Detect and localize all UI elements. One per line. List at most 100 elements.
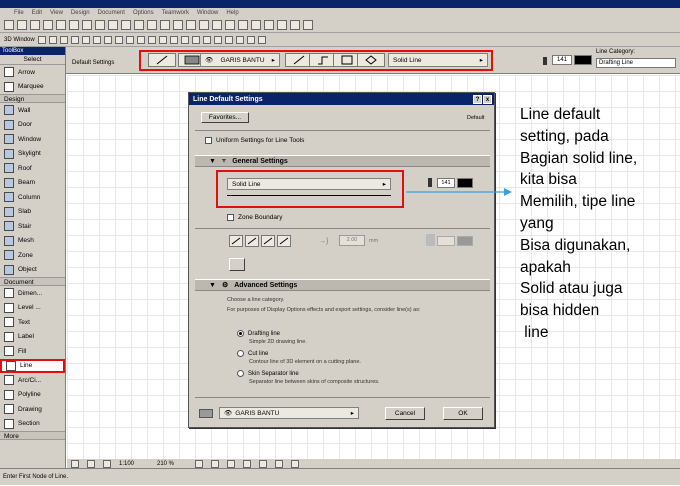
previous-view-icon[interactable] [275,460,283,468]
elevate-icon[interactable] [199,20,209,30]
dialog-line-type-dropdown[interactable]: Solid Line ▸ [227,178,391,190]
tile-icon[interactable] [257,35,266,44]
menu-options[interactable]: Options [133,10,154,16]
scale-display[interactable]: 1:100 [119,461,149,467]
zoom-in-icon[interactable] [195,460,203,468]
more-section-label[interactable]: More [0,431,65,440]
menu-file[interactable]: File [14,10,24,16]
section-icon[interactable] [125,35,134,44]
copy-icon[interactable] [69,20,79,30]
undo-icon[interactable] [95,20,105,30]
paste-icon[interactable] [82,20,92,30]
menu-window[interactable]: Window [197,10,218,16]
help-icon[interactable]: ? [473,94,482,104]
elevation-icon[interactable] [136,35,145,44]
cut-line-radio[interactable] [237,350,244,357]
tool-dimension[interactable]: Dimen... [0,286,65,301]
pan-icon[interactable] [243,460,251,468]
advanced-settings-header[interactable]: ▼ ⚙ Advanced Settings [195,279,490,291]
magic-wand-icon[interactable] [147,20,157,30]
tool-column[interactable]: Column [0,190,65,205]
print-icon[interactable] [43,20,53,30]
drafting-line-radio[interactable] [237,330,244,337]
arrowhead-type-button[interactable] [229,258,245,271]
fit-in-window-icon[interactable] [227,460,235,468]
uniform-settings-row[interactable]: Uniform Settings for Line Tools [205,137,304,144]
pen-number-field[interactable]: 141 [552,55,572,65]
schedule-icon[interactable] [213,35,222,44]
syringe-icon[interactable] [134,20,144,30]
menu-help[interactable]: Help [226,10,238,16]
sun-icon[interactable] [81,35,90,44]
design-section-label[interactable]: Design [0,94,65,103]
zone-boundary-checkbox[interactable] [227,214,234,221]
close-icon[interactable]: x [483,94,492,104]
new-file-icon[interactable] [4,20,14,30]
rotate-view-icon[interactable] [259,460,267,468]
navigate-icon[interactable] [59,35,68,44]
arrow-style-end-button[interactable] [261,235,275,247]
tool-roof[interactable]: Roof [0,161,65,176]
save-icon[interactable] [30,20,40,30]
line-geometry-button[interactable] [148,53,176,67]
tool-marquee[interactable]: Marquee [0,80,65,95]
resize-icon[interactable] [225,20,235,30]
detail-icon[interactable] [147,35,156,44]
tool-arc-circle[interactable]: Arc/Ci... [0,373,65,388]
drag-icon[interactable] [160,20,170,30]
open-file-icon[interactable] [17,20,27,30]
pen-set-icon[interactable] [191,35,200,44]
display-combo-icon[interactable] [103,460,111,468]
camera-icon[interactable] [92,35,101,44]
pen-color-swatch[interactable] [574,55,592,65]
tool-slab[interactable]: Slab [0,205,65,220]
grid-icon[interactable] [277,20,287,30]
trace-icon[interactable] [246,35,255,44]
tool-beam[interactable]: Beam [0,176,65,191]
orbit-icon[interactable] [70,35,79,44]
axonometry-icon[interactable] [48,35,57,44]
teamwork-icon[interactable] [235,35,244,44]
dialog-layer-dropdown[interactable]: 👁 GARIS BANTU ▸ [219,407,359,419]
arrow-pen-color[interactable] [457,236,473,246]
document-section-label[interactable]: Document [0,277,65,286]
layout-icon[interactable] [251,20,261,30]
general-settings-header[interactable]: ▼ ⫟ General Settings [195,155,490,167]
render-icon[interactable] [103,35,112,44]
tool-skylight[interactable]: Skylight [0,147,65,162]
navigator-icon[interactable] [71,460,79,468]
book-icon[interactable] [224,35,233,44]
snap-icon[interactable] [290,20,300,30]
ok-button[interactable]: OK [443,407,483,420]
arrow-style-start-button[interactable] [245,235,259,247]
tool-drawing[interactable]: Drawing [0,402,65,417]
tool-fill[interactable]: Fill [0,344,65,359]
layer-settings-icon[interactable] [199,409,213,418]
tool-window[interactable]: Window [0,132,65,147]
line-category-field[interactable]: Drafting Line [596,58,676,68]
zoom-out-icon[interactable] [211,460,219,468]
skin-separator-option[interactable]: Skin Separator line [237,370,299,377]
eyedropper-icon[interactable] [121,20,131,30]
menu-document[interactable]: Document [98,10,125,16]
model-view-icon[interactable] [202,35,211,44]
tool-stair[interactable]: Stair [0,219,65,234]
split-icon[interactable] [238,20,248,30]
tool-label[interactable]: Label [0,330,65,345]
layer-icon[interactable] [180,35,189,44]
rotate-icon[interactable] [173,20,183,30]
arrow-style-none-button[interactable] [229,235,243,247]
arrow-size-field[interactable]: 2.00 [339,235,365,246]
model-icon[interactable] [303,20,313,30]
menu-teamwork[interactable]: Teamwork [162,10,189,16]
tool-line[interactable]: Line [0,358,65,373]
tool-zone[interactable]: Zone [0,248,65,263]
tool-wall[interactable]: Wall [0,103,65,118]
3d-window-button[interactable]: 3D Window [4,37,35,43]
cut-line-option[interactable]: Cut line [237,350,268,357]
walk-icon[interactable] [114,35,123,44]
tool-text[interactable]: Text [0,315,65,330]
menu-design[interactable]: Design [71,10,90,16]
tool-mesh[interactable]: Mesh [0,234,65,249]
arrow-pen-field[interactable] [437,236,455,246]
